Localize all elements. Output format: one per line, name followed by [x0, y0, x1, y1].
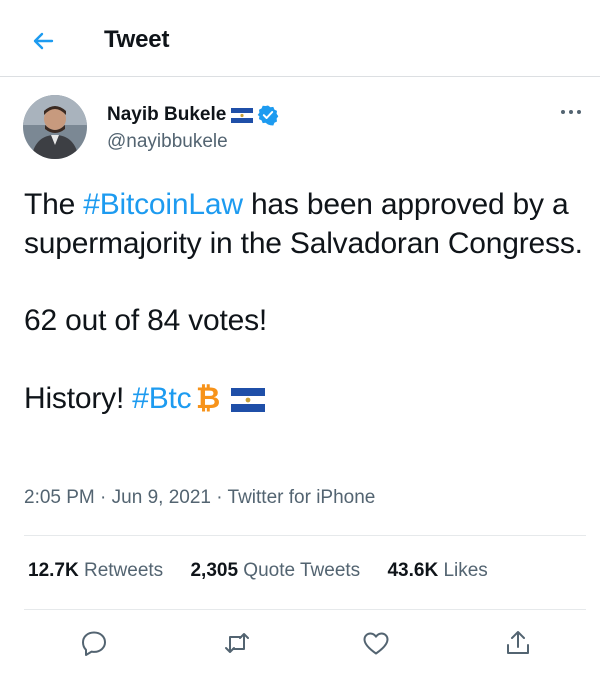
- tweet-text-segment: History!: [24, 381, 133, 415]
- retweet-icon[interactable]: [222, 628, 252, 658]
- meta-separator: ·: [94, 487, 112, 508]
- flag-icon: [231, 387, 266, 412]
- tweet-text: The #BitcoinLaw has been approved by a s…: [24, 186, 584, 418]
- hashtag-bitcoinlaw[interactable]: #BitcoinLaw: [83, 188, 243, 221]
- likes-label: Likes: [443, 560, 488, 581]
- hashtag-btc[interactable]: #Btc: [132, 382, 191, 415]
- author-name-row: Nayib Bukele: [107, 103, 279, 127]
- action-bar: [0, 628, 600, 662]
- author-name[interactable]: Nayib Bukele: [107, 104, 226, 126]
- likes-count: 43.6K: [387, 560, 439, 581]
- tweet-text-segment: The: [24, 188, 84, 221]
- tweet-source[interactable]: Twitter for iPhone: [228, 487, 376, 508]
- more-icon[interactable]: [556, 102, 586, 122]
- tweet-paragraph-3: History! #Btc ₿: [24, 380, 584, 419]
- tweet-paragraph-1: The #BitcoinLaw has been approved by a s…: [24, 186, 584, 263]
- divider: [24, 535, 586, 536]
- retweets-label: Retweets: [83, 560, 164, 581]
- like-icon[interactable]: [361, 628, 391, 658]
- tweet-stats: 12.7K Retweets 2,305 Quote Tweets 43.6K …: [28, 560, 510, 582]
- top-bar: Tweet: [0, 0, 600, 77]
- back-arrow-icon[interactable]: [30, 28, 56, 54]
- verified-icon: [258, 105, 279, 126]
- author-handle[interactable]: @nayibbukele: [107, 131, 228, 153]
- quote-tweets-label: Quote Tweets: [243, 560, 361, 581]
- bitcoin-icon: ₿: [196, 381, 220, 413]
- tweet-date[interactable]: Jun 9, 2021: [112, 487, 211, 508]
- page-title: Tweet: [104, 26, 170, 53]
- reply-icon[interactable]: [79, 628, 109, 658]
- tweet-paragraph-2: 62 out of 84 votes!: [24, 304, 268, 337]
- avatar[interactable]: [23, 95, 87, 159]
- retweets-stat[interactable]: 12.7K Retweets: [28, 560, 163, 582]
- tweet-meta: 2:05 PM · Jun 9, 2021 · Twitter for iPho…: [24, 487, 375, 509]
- flag-icon: [231, 107, 254, 123]
- share-icon[interactable]: [503, 628, 533, 658]
- quote-tweets-count: 2,305: [190, 560, 239, 581]
- tweet-time: 2:05 PM: [24, 487, 95, 508]
- likes-stat[interactable]: 43.6K Likes: [387, 560, 487, 582]
- meta-separator: ·: [210, 487, 228, 508]
- divider: [24, 609, 586, 610]
- svg-text:₿: ₿: [196, 381, 220, 413]
- quote-tweets-stat[interactable]: 2,305 Quote Tweets: [190, 560, 360, 582]
- retweets-count: 12.7K: [28, 560, 79, 581]
